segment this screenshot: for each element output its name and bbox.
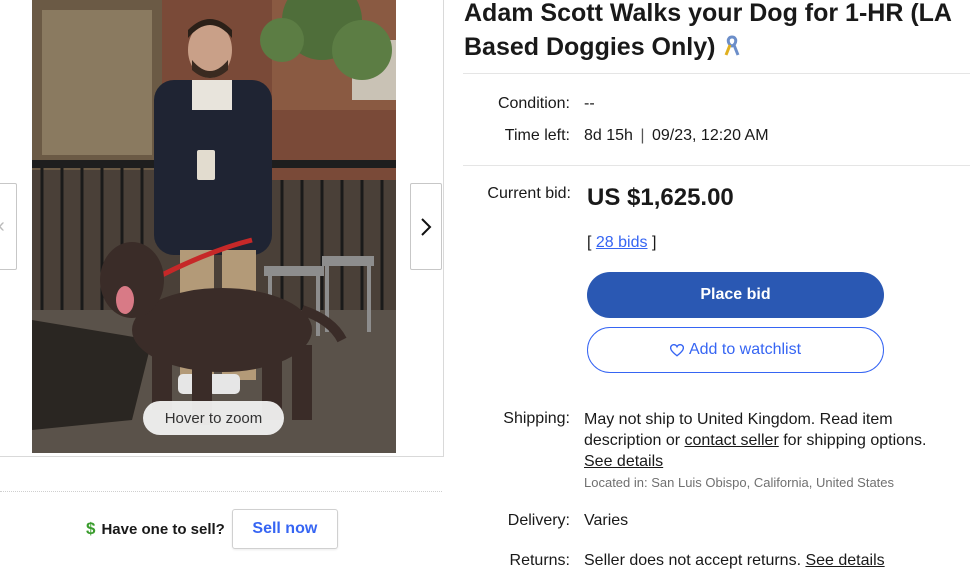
sell-now-button[interactable]: Sell now [231, 509, 338, 549]
chevron-left-icon: ‹ [0, 215, 5, 238]
sell-one-row: $ Have one to sell? Sell now [86, 509, 338, 549]
add-to-watchlist-label: Add to watchlist [688, 341, 802, 358]
bids-bracket-close: ] [651, 234, 657, 251]
photo-illustration [32, 0, 396, 453]
current-bid-label: Current bid: [487, 185, 571, 202]
chevron-right-icon [421, 217, 432, 236]
time-separator: | [640, 127, 645, 144]
bid-history-link[interactable]: 28 bids [596, 234, 648, 251]
bids-bracket-open: [ [587, 234, 592, 251]
heart-icon [669, 343, 684, 357]
returns-see-details-link[interactable]: See details [805, 552, 884, 569]
shipping-label: Shipping: [503, 410, 570, 427]
returns-policy: Seller does not accept returns. [584, 552, 802, 569]
shipping-text-2: for shipping options. [783, 432, 927, 449]
current-bid-price: US $1,625.00 [587, 184, 734, 211]
previous-image-button[interactable]: ‹ [0, 183, 17, 270]
divider [463, 165, 970, 166]
add-to-watchlist-button[interactable]: Add to watchlist [587, 327, 884, 373]
delivery-value: Varies [584, 512, 629, 529]
shipping-see-details-link[interactable]: See details [584, 453, 663, 470]
awareness-ribbon-icon[interactable] [724, 35, 740, 57]
time-remaining: 8d 15h [584, 127, 633, 144]
dollar-icon: $ [86, 519, 96, 538]
condition-value: -- [584, 95, 595, 112]
listing-photo[interactable] [32, 0, 396, 453]
bid-count: [ 28 bids ] [587, 234, 656, 252]
time-left-label: Time left: [504, 127, 570, 144]
place-bid-button[interactable]: Place bid [587, 272, 884, 318]
delivery-label: Delivery: [507, 512, 570, 529]
condition-label: Condition: [497, 95, 570, 112]
shipping-text: May not ship to United Kingdom. Read ite… [584, 409, 954, 472]
contact-seller-link[interactable]: contact seller [685, 432, 779, 449]
listing-title-text: Adam Scott Walks your Dog for 1-HR (LA B… [464, 0, 952, 61]
time-left-value: 8d 15h | 09/23, 12:20 AM [584, 127, 769, 145]
next-image-button[interactable] [410, 183, 442, 270]
end-time: 09/23, 12:20 AM [652, 127, 769, 144]
divider [0, 491, 442, 492]
hover-to-zoom-hint: Hover to zoom [143, 401, 284, 435]
listing-title: Adam Scott Walks your Dog for 1-HR (LA B… [464, 0, 970, 64]
sell-prompt: Have one to sell? [101, 520, 225, 538]
divider [463, 73, 970, 74]
item-location: Located in: San Luis Obispo, California,… [584, 475, 895, 490]
returns-label: Returns: [509, 552, 570, 569]
returns-value: Seller does not accept returns. See deta… [584, 552, 885, 570]
